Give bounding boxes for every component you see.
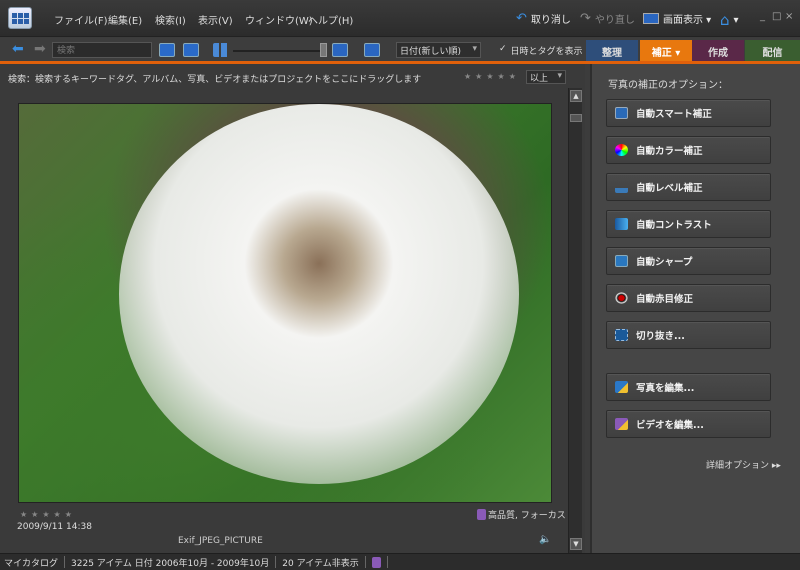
- rating-filter-stars[interactable]: ★★★★★: [464, 72, 520, 81]
- home-button[interactable]: ⌂▾: [720, 11, 739, 29]
- eye-icon: [615, 292, 628, 304]
- maximize-button[interactable]: □: [772, 11, 781, 22]
- edit-video-button[interactable]: ビデオを編集...: [606, 410, 771, 438]
- scroll-thumb[interactable]: [570, 114, 582, 122]
- rating-filter-value: 以上: [530, 74, 548, 84]
- auto-sharpen-button[interactable]: 自動シャープ: [606, 247, 771, 275]
- search-hint: 検索：検索するキーワードタグ、アルバム、写真、ビデオまたはプロジェクトをここにド…: [8, 72, 421, 85]
- photo-date: 2009/9/11 14:38: [17, 522, 92, 532]
- sharpen-icon: [615, 255, 628, 267]
- undo-label: 取り消し: [531, 11, 571, 26]
- catalog-name[interactable]: マイカタログ: [4, 556, 58, 569]
- undo-button[interactable]: ↶ 取り消し: [516, 11, 571, 26]
- sort-value: 日付(新しい順): [400, 47, 461, 57]
- menu-window[interactable]: ウィンドウ(W): [245, 12, 313, 27]
- status-bar: マイカタログ 3225 アイテム 日付 2006年10月 - 2009年10月 …: [0, 553, 800, 570]
- monitor-icon: [643, 13, 659, 24]
- pencil-photo-icon: [615, 381, 628, 393]
- photo-rating-stars[interactable]: ★★★★★: [20, 510, 76, 519]
- button-label: 自動赤目修正: [636, 291, 693, 305]
- sort-dropdown[interactable]: 日付(新しい順)▾: [396, 42, 481, 58]
- dandelion-image: [119, 104, 519, 484]
- scroll-down-button[interactable]: ▼: [570, 538, 582, 550]
- auto-levels-button[interactable]: 自動レベル補正: [606, 173, 771, 201]
- minimize-button[interactable]: _: [760, 11, 765, 22]
- zoom-slider-thumb[interactable]: [320, 43, 327, 57]
- display-label: 画面表示 ▾: [663, 11, 711, 26]
- menu-find[interactable]: 検索(I): [155, 12, 186, 27]
- show-tags-checkbox[interactable]: ✓ 日時とタグを表示: [499, 44, 583, 57]
- auto-red-eye-button[interactable]: 自動赤目修正: [606, 284, 771, 312]
- title-bar: ファイル(F) 編集(E) 検索(I) 表示(V) ウィンドウ(W) ヘルプ(H…: [0, 0, 800, 37]
- panel-title: 写真の補正のオプション：: [608, 76, 728, 91]
- undo-icon: ↶: [516, 11, 527, 26]
- back-arrow-icon[interactable]: ⬅: [12, 41, 24, 57]
- menu-help[interactable]: ヘルプ(H): [308, 12, 353, 27]
- menu-view[interactable]: 表示(V): [198, 12, 233, 27]
- redo-label: やり直し: [595, 11, 635, 26]
- tab-share[interactable]: 配信: [745, 40, 800, 62]
- button-label: 自動シャープ: [636, 254, 692, 268]
- thumbnail-grid-icon[interactable]: [213, 43, 229, 57]
- rotate-right-icon[interactable]: [183, 43, 199, 57]
- photo-tags: 高品質, フォーカス: [477, 508, 566, 521]
- scrollbar[interactable]: ▲ ▼: [568, 88, 582, 553]
- edit-photo-button[interactable]: 写真を編集...: [606, 373, 771, 401]
- menu-edit[interactable]: 編集(E): [108, 12, 142, 27]
- button-label: 切り抜き...: [636, 328, 685, 342]
- button-label: 自動スマート補正: [636, 106, 712, 120]
- photo-tags-label: 高品質, フォーカス: [488, 508, 566, 521]
- color-wheel-icon: [615, 144, 628, 156]
- item-count: 3225 アイテム 日付 2006年10月 - 2009年10月: [71, 556, 269, 569]
- show-tags-label: 日時とタグを表示: [511, 44, 583, 57]
- button-label: ビデオを編集...: [636, 417, 704, 431]
- button-label: 写真を編集...: [636, 380, 694, 394]
- button-label: 自動カラー補正: [636, 143, 703, 157]
- scroll-up-button[interactable]: ▲: [570, 90, 582, 102]
- tab-create[interactable]: 作成: [692, 40, 744, 62]
- redo-button[interactable]: ↷ やり直し: [580, 11, 635, 26]
- tab-organize[interactable]: 整理: [586, 40, 638, 62]
- home-caret: ▾: [734, 15, 739, 26]
- tab-fix[interactable]: 補正 ▾: [640, 40, 692, 62]
- contrast-icon: [615, 218, 628, 230]
- photo-caption: Exif_JPEG_PICTURE: [178, 536, 263, 546]
- checkmark-icon: ✓: [499, 44, 507, 57]
- auto-contrast-button[interactable]: 自動コントラスト: [606, 210, 771, 238]
- smart-fix-icon: [615, 107, 628, 119]
- rating-filter-dropdown[interactable]: 以上▾: [526, 70, 566, 84]
- app-logo-icon: [8, 7, 32, 29]
- auto-color-button[interactable]: 自動カラー補正: [606, 136, 771, 164]
- crop-icon: [615, 329, 628, 341]
- accent-divider: [0, 61, 800, 64]
- advanced-options-link[interactable]: 詳細オプション ▸▸: [706, 458, 781, 471]
- display-button[interactable]: 画面表示 ▾: [643, 11, 711, 26]
- tag-icon[interactable]: [372, 557, 381, 568]
- button-label: 自動レベル補正: [636, 180, 703, 194]
- auto-smart-fix-button[interactable]: 自動スマート補正: [606, 99, 771, 127]
- redo-icon: ↷: [580, 11, 591, 26]
- tag-icon: [477, 509, 486, 520]
- photo[interactable]: [18, 103, 552, 503]
- crop-button[interactable]: 切り抜き...: [606, 321, 771, 349]
- close-button[interactable]: ×: [785, 11, 793, 22]
- histogram-icon: [615, 181, 628, 193]
- button-label: 自動コントラスト: [636, 217, 712, 231]
- pencil-video-icon: [615, 418, 628, 430]
- rotate-left-icon[interactable]: [159, 43, 175, 57]
- slideshow-icon[interactable]: [364, 43, 380, 57]
- speaker-icon[interactable]: 🔈: [539, 534, 551, 545]
- hidden-count: 20 アイテム非表示: [282, 556, 358, 569]
- zoom-slider-track[interactable]: [233, 50, 325, 52]
- menu-file[interactable]: ファイル(F): [54, 12, 108, 27]
- forward-arrow-icon[interactable]: ➡: [34, 41, 46, 57]
- home-icon: ⌂: [720, 11, 730, 29]
- search-input[interactable]: [52, 42, 152, 58]
- single-view-icon[interactable]: [332, 43, 348, 57]
